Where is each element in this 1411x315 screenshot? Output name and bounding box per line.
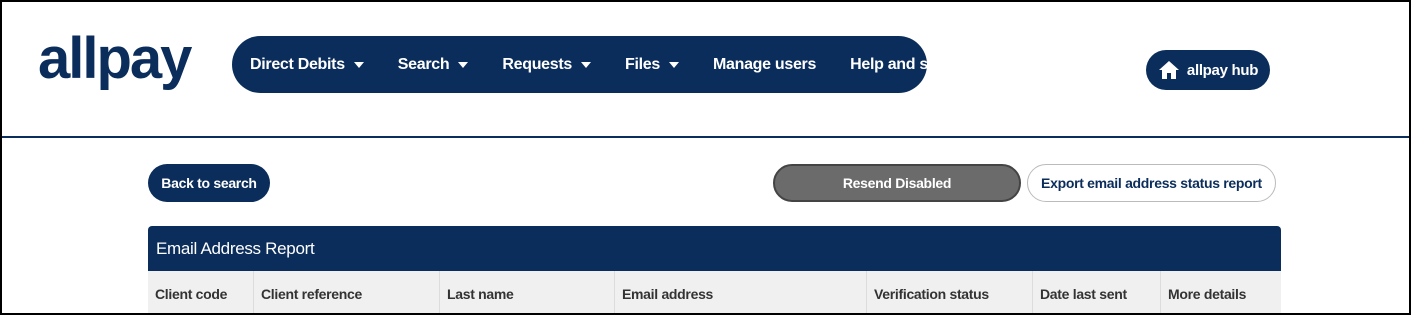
allpay-hub-button[interactable]: allpay hub: [1146, 50, 1270, 90]
main-nav: Direct Debits Search Requests Files Mana…: [232, 36, 977, 93]
report-title: Email Address Report: [148, 226, 1281, 271]
column-verification-status[interactable]: Verification status: [867, 271, 1033, 313]
column-last-name[interactable]: Last name: [440, 271, 615, 313]
caret-down-icon: [458, 61, 469, 68]
caret-down-icon: [668, 61, 679, 68]
email-address-report: Email Address Report Client code Client …: [148, 226, 1281, 313]
caret-down-icon: [581, 61, 591, 68]
nav-help-and-support-label: Help and support: [850, 55, 977, 73]
column-date-last-sent[interactable]: Date last sent: [1033, 271, 1161, 313]
home-icon: [1158, 61, 1179, 79]
resend-disabled-button[interactable]: Resend Disabled: [773, 164, 1021, 202]
allpay-logo[interactable]: allpay: [38, 30, 192, 88]
nav-search[interactable]: Search: [398, 56, 469, 74]
nav-files[interactable]: Files: [625, 56, 679, 74]
column-client-code[interactable]: Client code: [148, 271, 254, 313]
nav-files-label: Files: [625, 55, 660, 73]
nav-direct-debits-label: Direct Debits: [250, 55, 345, 73]
header-divider: [2, 136, 1409, 138]
back-to-search-button[interactable]: Back to search: [148, 164, 270, 202]
export-report-button[interactable]: Export email address status report: [1027, 164, 1276, 202]
column-client-reference[interactable]: Client reference: [254, 271, 440, 313]
nav-help-and-support[interactable]: Help and support: [850, 56, 977, 74]
allpay-hub-label: allpay hub: [1186, 61, 1259, 79]
nav-requests-label: Requests: [502, 55, 572, 73]
app-frame: allpay Direct Debits Search Requests Fil…: [0, 0, 1411, 315]
table-header-row: Client code Client reference Last name E…: [148, 271, 1281, 313]
nav-manage-users[interactable]: Manage users: [713, 56, 816, 74]
nav-manage-users-label: Manage users: [712, 55, 817, 73]
nav-requests[interactable]: Requests: [502, 56, 591, 74]
column-more-details[interactable]: More details: [1161, 271, 1281, 313]
caret-down-icon: [353, 61, 364, 68]
nav-direct-debits[interactable]: Direct Debits: [250, 56, 364, 74]
nav-search-label: Search: [397, 55, 450, 73]
column-email-address[interactable]: Email address: [615, 271, 867, 313]
